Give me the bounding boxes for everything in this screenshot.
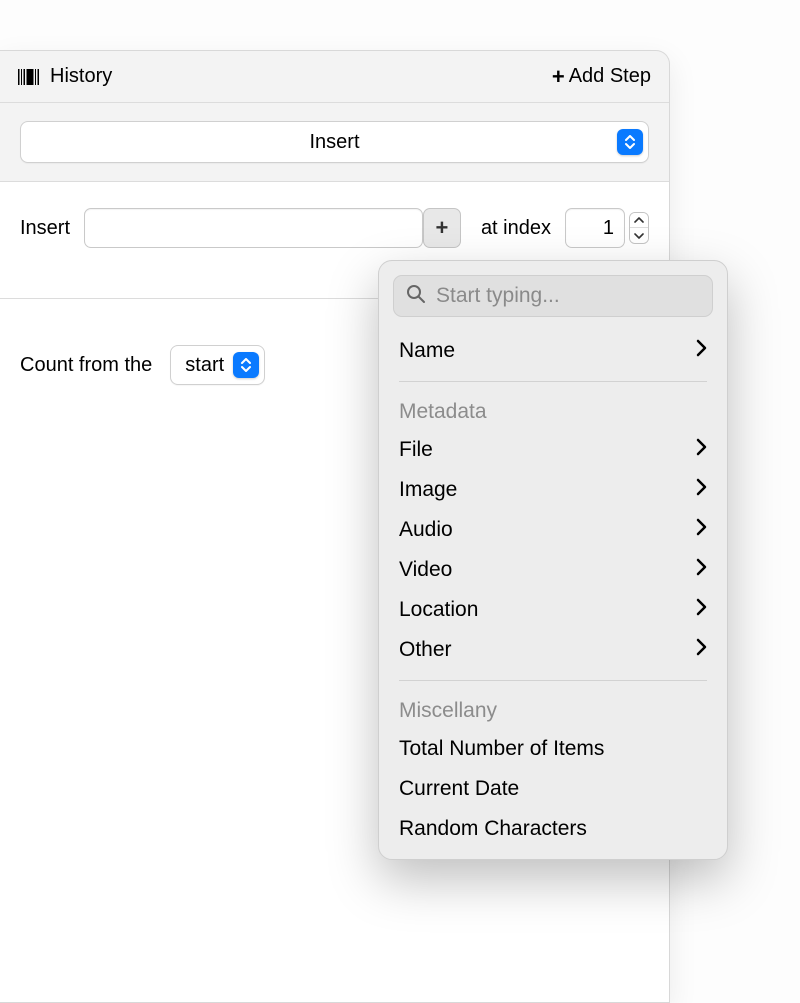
popover-item-label: Video <box>399 558 452 582</box>
count-direction-select[interactable]: start <box>170 345 265 385</box>
popover-item-location[interactable]: Location <box>395 590 711 630</box>
popover-heading-metadata: Metadata <box>395 392 711 430</box>
popover-item-current-date[interactable]: Current Date <box>395 769 711 809</box>
popover-item-file[interactable]: File <box>395 430 711 470</box>
stepper-buttons <box>629 212 649 244</box>
popover-item-video[interactable]: Video <box>395 550 711 590</box>
chevron-up-down-icon <box>617 129 643 155</box>
stepper-up-button[interactable] <box>630 213 648 228</box>
popover-item-other[interactable]: Other <box>395 630 711 670</box>
panel-header: History + Add Step <box>0 51 669 103</box>
plus-icon: + <box>552 66 565 88</box>
popover-item-label: Total Number of Items <box>399 737 604 761</box>
popover-search-input[interactable] <box>436 284 707 308</box>
step-type-select[interactable]: Insert <box>20 121 649 163</box>
chevron-right-icon <box>696 598 707 622</box>
popover-item-label: Audio <box>399 518 453 542</box>
insert-token-button[interactable]: + <box>423 208 461 248</box>
popover-item-audio[interactable]: Audio <box>395 510 711 550</box>
stepper-down-button[interactable] <box>630 228 648 243</box>
popover-heading-misc: Miscellany <box>395 691 711 729</box>
chevron-right-icon <box>696 558 707 582</box>
chevron-right-icon <box>696 438 707 462</box>
popover-item-label: Name <box>399 339 455 363</box>
add-step-label: Add Step <box>569 65 651 88</box>
header-title-group: History <box>18 65 112 88</box>
insert-row: Insert + at index <box>0 182 669 248</box>
plus-icon: + <box>436 215 449 241</box>
chevron-right-icon <box>696 638 707 662</box>
count-direction-value: start <box>185 354 224 377</box>
popover-item-random-chars[interactable]: Random Characters <box>395 809 711 849</box>
index-input[interactable] <box>565 208 625 248</box>
panel-title: History <box>50 65 112 88</box>
chevron-right-icon <box>696 478 707 502</box>
step-type-value: Insert <box>309 131 359 154</box>
at-index-label: at index <box>481 217 551 240</box>
chevron-right-icon <box>696 339 707 363</box>
popover-item-label: Location <box>399 598 478 622</box>
insert-text-input[interactable] <box>84 208 423 248</box>
barcode-icon <box>18 69 40 85</box>
popover-item-label: Current Date <box>399 777 519 801</box>
search-icon <box>406 284 426 309</box>
add-step-button[interactable]: + Add Step <box>552 65 651 88</box>
count-from-label: Count from the <box>20 354 152 377</box>
popover-item-label: Other <box>399 638 452 662</box>
step-type-row: Insert <box>0 103 669 182</box>
popover-divider <box>399 381 707 382</box>
popover-item-label: Image <box>399 478 457 502</box>
insert-label: Insert <box>20 217 70 240</box>
popover-search-field[interactable] <box>393 275 713 317</box>
popover-item-label: File <box>399 438 433 462</box>
popover-item-name[interactable]: Name <box>395 331 711 371</box>
chevron-right-icon <box>696 518 707 542</box>
index-stepper <box>565 208 649 248</box>
popover-item-image[interactable]: Image <box>395 470 711 510</box>
popover-divider <box>399 680 707 681</box>
popover-list: Name Metadata File Image Audio Video Loc… <box>379 331 727 849</box>
token-popover: Name Metadata File Image Audio Video Loc… <box>378 260 728 860</box>
popover-item-label: Random Characters <box>399 817 587 841</box>
popover-item-total-items[interactable]: Total Number of Items <box>395 729 711 769</box>
chevron-up-down-icon <box>233 352 259 378</box>
